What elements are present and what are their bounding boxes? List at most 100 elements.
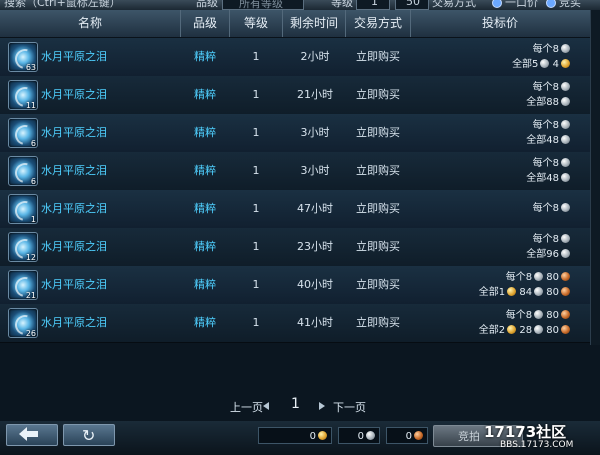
price-each: 每个8 [533, 157, 570, 171]
trade-radio-all[interactable] [492, 0, 502, 8]
price-total: 全部5 4 [512, 58, 570, 72]
table-row[interactable]: 1 水月平原之泪 精粹 1 47小时 立即购买 每个8 [0, 190, 590, 229]
item-trade-mode: 立即购买 [356, 126, 400, 139]
price-total: 全部2 28 80 [479, 324, 570, 338]
item-name[interactable]: 水月平原之泪 [41, 266, 107, 304]
item-level: 1 [252, 50, 260, 63]
money-gold-field[interactable]: 0 [258, 427, 332, 444]
item-name[interactable]: 水月平原之泪 [41, 114, 107, 152]
table-row[interactable]: 26 水月平原之泪 精粹 1 41小时 立即购买 每个8 80 全部2 28 8… [0, 304, 590, 343]
price-total: 全部88 [526, 96, 570, 110]
item-icon[interactable]: 6 [8, 118, 39, 149]
watermark-url: BBS.17173.COM [500, 440, 574, 450]
prev-arrow-icon[interactable] [263, 402, 269, 410]
prev-page-button[interactable]: 上一页 [230, 399, 263, 415]
price-each: 每个8 80 [506, 271, 570, 285]
item-icon[interactable]: 6 [8, 156, 39, 187]
item-icon[interactable]: 1 [8, 194, 39, 225]
column-header-bid[interactable]: 投标价 [411, 10, 589, 37]
column-header-grade[interactable]: 品级 [181, 10, 230, 37]
item-icon[interactable]: 63 [8, 42, 39, 73]
level-filter-label: 等级 [331, 0, 353, 9]
bid-price: 每个8 全部48 [440, 152, 570, 190]
item-grade: 精粹 [194, 88, 216, 101]
gold-coin-icon [507, 325, 517, 334]
search-label: 搜索（Ctrl+鼠标左键） [4, 0, 121, 9]
back-button[interactable] [6, 424, 58, 446]
table-row[interactable]: 12 水月平原之泪 精粹 1 23小时 立即购买 每个8 全部96 [0, 228, 590, 267]
copper-coin-icon [561, 325, 570, 334]
item-level: 1 [252, 164, 260, 177]
item-trade-mode: 立即购买 [356, 240, 400, 253]
price-each: 每个8 [533, 119, 570, 133]
item-name[interactable]: 水月平原之泪 [41, 152, 107, 190]
silver-coin-icon [561, 173, 570, 182]
item-trade-mode: 立即购买 [356, 316, 400, 329]
item-trade-mode: 立即购买 [356, 88, 400, 101]
item-quantity: 63 [25, 63, 36, 72]
back-arrow-icon [19, 427, 38, 441]
table-row[interactable]: 11 水月平原之泪 精粹 1 21小时 立即购买 每个8 全部88 [0, 76, 590, 115]
price-total: 全部96 [526, 248, 570, 262]
next-arrow-icon[interactable] [319, 402, 325, 410]
item-level: 1 [252, 126, 260, 139]
column-header-level[interactable]: 等级 [230, 10, 283, 37]
column-header-name[interactable]: 名称 [0, 10, 181, 37]
item-quantity: 26 [25, 329, 36, 338]
level-min-input[interactable]: 1 [356, 0, 390, 10]
silver-coin-icon [561, 82, 570, 91]
item-quantity: 12 [25, 253, 36, 262]
copper-coin-icon [561, 272, 570, 281]
column-header-mode[interactable]: 交易方式 [346, 10, 411, 37]
item-name[interactable]: 水月平原之泪 [41, 304, 107, 342]
price-each: 每个8 [533, 202, 570, 216]
column-header-time[interactable]: 剩余时间 [283, 10, 346, 37]
table-row[interactable]: 63 水月平原之泪 精粹 1 2小时 立即购买 每个8 全部5 4 [0, 38, 590, 77]
silver-coin-icon [534, 272, 544, 281]
trade-radio-bid[interactable] [546, 0, 556, 8]
item-time-left: 41小时 [297, 316, 333, 329]
silver-coin-icon [534, 287, 544, 296]
silver-coin-icon [561, 120, 570, 129]
next-page-button[interactable]: 下一页 [333, 399, 366, 415]
price-each: 每个8 [533, 233, 570, 247]
item-time-left: 3小时 [300, 126, 330, 139]
price-each: 每个8 80 [506, 309, 570, 323]
bid-price: 每个8 全部88 [440, 76, 570, 114]
silver-coin-icon [561, 203, 570, 212]
item-trade-mode: 立即购买 [356, 50, 400, 63]
table-row[interactable]: 21 水月平原之泪 精粹 1 40小时 立即购买 每个8 80 全部1 84 8… [0, 266, 590, 305]
table-row[interactable]: 6 水月平原之泪 精粹 1 3小时 立即购买 每个8 全部48 [0, 152, 590, 191]
item-icon[interactable]: 11 [8, 80, 39, 111]
copper-coin-icon [561, 310, 570, 319]
item-icon[interactable]: 12 [8, 232, 39, 263]
item-icon[interactable]: 26 [8, 308, 39, 339]
item-quantity: 6 [30, 139, 36, 148]
item-icon[interactable]: 21 [8, 270, 39, 301]
trade-radio-buy-label: 一口价 [505, 0, 538, 9]
bid-price: 每个8 80 全部1 84 80 [440, 266, 570, 304]
item-grade: 精粹 [194, 126, 216, 139]
price-each: 每个8 [533, 43, 570, 57]
silver-coin-icon [561, 135, 570, 144]
money-silver-field[interactable]: 0 [338, 427, 380, 444]
item-level: 1 [252, 202, 260, 215]
item-time-left: 3小时 [300, 164, 330, 177]
level-max-input[interactable]: 50 [395, 0, 429, 10]
list-scrollbar[interactable] [590, 10, 600, 345]
item-level: 1 [252, 240, 260, 253]
item-name[interactable]: 水月平原之泪 [41, 76, 107, 114]
bid-price: 每个8 全部48 [440, 114, 570, 152]
item-grade: 精粹 [194, 278, 216, 291]
bid-price: 每个8 [440, 190, 570, 228]
item-name[interactable]: 水月平原之泪 [41, 38, 107, 76]
item-time-left: 2小时 [300, 50, 330, 63]
item-name[interactable]: 水月平原之泪 [41, 228, 107, 266]
item-name[interactable]: 水月平原之泪 [41, 190, 107, 228]
silver-coin-icon [366, 431, 375, 440]
grade-filter-select[interactable]: 所有等级 [222, 0, 304, 10]
money-copper-field[interactable]: 0 [386, 427, 428, 444]
refresh-button[interactable]: ↻ [63, 424, 115, 446]
item-time-left: 47小时 [297, 202, 333, 215]
table-row[interactable]: 6 水月平原之泪 精粹 1 3小时 立即购买 每个8 全部48 [0, 114, 590, 153]
